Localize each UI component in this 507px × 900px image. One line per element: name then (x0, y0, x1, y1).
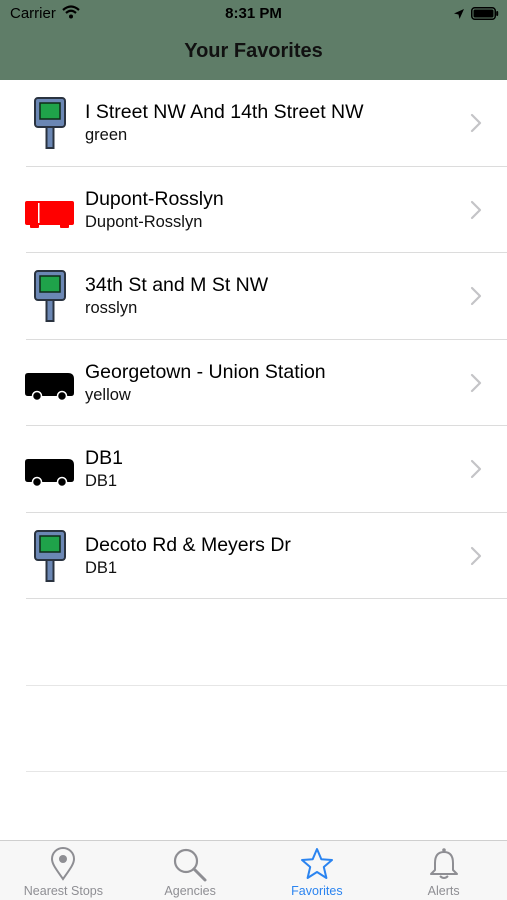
favorite-row[interactable]: Decoto Rd & Meyers Dr DB1 (0, 513, 507, 599)
bus-stop-sign-icon (24, 96, 76, 150)
bus-icon (24, 356, 76, 410)
favorite-subtitle: rosslyn (85, 299, 138, 317)
favorite-subtitle: Dupont-Rosslyn (85, 212, 203, 231)
favorite-row[interactable]: DB1 DB1 (0, 426, 507, 513)
tab-bar: Nearest Stops Agencies Favorites Alerts (0, 840, 507, 900)
location-arrow-icon (453, 7, 465, 24)
favorite-title: Dupont-Rosslyn (85, 187, 224, 210)
favorite-title: Georgetown - Union Station (85, 360, 326, 383)
favorite-subtitle: DB1 (85, 472, 118, 490)
star-icon (300, 847, 334, 886)
search-icon (172, 847, 208, 888)
tab-alerts[interactable]: Alerts (380, 841, 507, 900)
chevron-right-icon (470, 459, 482, 484)
favorite-subtitle: DB1 (85, 558, 118, 577)
map-pin-icon (50, 847, 76, 886)
favorite-subtitle: yellow (85, 385, 131, 404)
bus-icon (24, 442, 76, 496)
chevron-right-icon (470, 546, 482, 571)
row-divider (26, 771, 507, 772)
tab-agencies[interactable]: Agencies (127, 841, 254, 900)
status-bar: Carrier 8:31 PM (0, 0, 507, 28)
tab-favorites[interactable]: Favorites (254, 841, 381, 900)
favorite-title: 34th St and M St NW (85, 274, 269, 296)
tab-label: Agencies (164, 884, 216, 898)
bus-stop-sign-icon (24, 529, 76, 583)
favorite-row[interactable]: Georgetown - Union Station yellow (0, 340, 507, 426)
favorite-title: Decoto Rd & Meyers Dr (85, 533, 291, 556)
bus-stop-sign-icon (24, 269, 76, 323)
tab-label: Nearest Stops (23, 884, 103, 898)
favorites-screen: Carrier 8:31 PM Your Favorites I Street … (0, 0, 507, 900)
chevron-right-icon (470, 373, 482, 398)
tab-nearest-stops[interactable]: Nearest Stops (0, 841, 127, 900)
chevron-right-icon (470, 113, 482, 138)
status-time: 8:31 PM (225, 5, 282, 22)
battery-icon (471, 7, 499, 24)
red-bus-icon (24, 183, 76, 237)
favorite-row[interactable]: I Street NW And 14th Street NW green (0, 80, 507, 167)
favorites-list: I Street NW And 14th Street NW green Dup… (0, 80, 507, 772)
favorite-row[interactable]: 34th St and M St NW rosslyn (0, 253, 507, 340)
favorite-title: I Street NW And 14th Street NW (85, 101, 364, 123)
tab-label: Favorites (291, 884, 343, 898)
bell-icon (428, 847, 460, 886)
tab-label: Alerts (427, 884, 460, 898)
header: Carrier 8:31 PM Your Favorites (0, 0, 507, 80)
empty-row (0, 599, 507, 686)
favorite-row[interactable]: Dupont-Rosslyn Dupont-Rosslyn (0, 167, 507, 253)
page-title: Your Favorites (184, 40, 323, 62)
favorite-title: DB1 (85, 447, 123, 469)
favorite-subtitle: green (85, 126, 128, 144)
chevron-right-icon (470, 200, 482, 225)
empty-row (0, 686, 507, 772)
chevron-right-icon (470, 286, 482, 311)
